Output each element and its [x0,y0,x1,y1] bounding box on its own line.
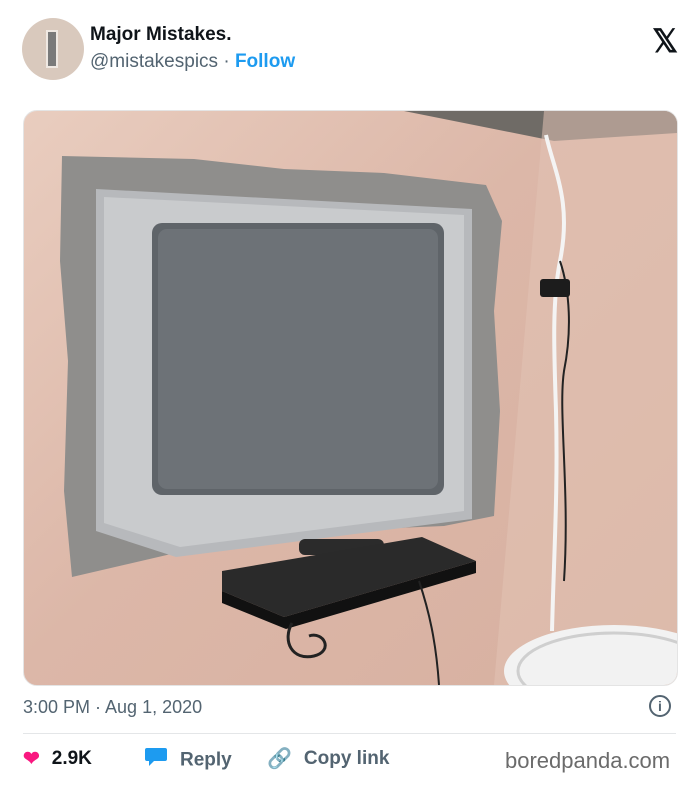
handle[interactable]: @mistakespics [90,51,218,72]
copy-link-button[interactable]: 🔗 Copy link [267,746,389,772]
like-count: 2.9K [51,748,92,770]
separator: · [223,51,230,72]
reply-label: Reply [180,749,232,771]
speech-bubble-icon [144,746,168,775]
watermark: boredpanda.com [505,748,671,773]
link-icon: 🔗 [267,748,292,770]
like-button[interactable]: ❤ 2.9K [23,746,92,772]
copy-link-label: Copy link [303,748,390,770]
x-logo-icon[interactable]: 𝕏 [652,22,678,60]
reply-button[interactable]: Reply [144,746,232,772]
divider [23,733,676,734]
follow-button[interactable]: Follow [235,51,295,72]
display-name[interactable]: Major Mistakes. [90,24,232,46]
photo-scene [60,111,677,685]
tweet-photo[interactable] [23,110,678,686]
info-icon[interactable]: i [649,695,671,717]
timestamp[interactable]: 3:00 PM · Aug 1, 2020 [23,697,202,718]
avatar[interactable] [22,18,84,80]
heart-icon: ❤ [23,748,40,770]
handle-line: @mistakespics · Follow [90,51,295,73]
tweet-header: Major Mistakes. @mistakespics · Follow 𝕏 [22,18,678,80]
